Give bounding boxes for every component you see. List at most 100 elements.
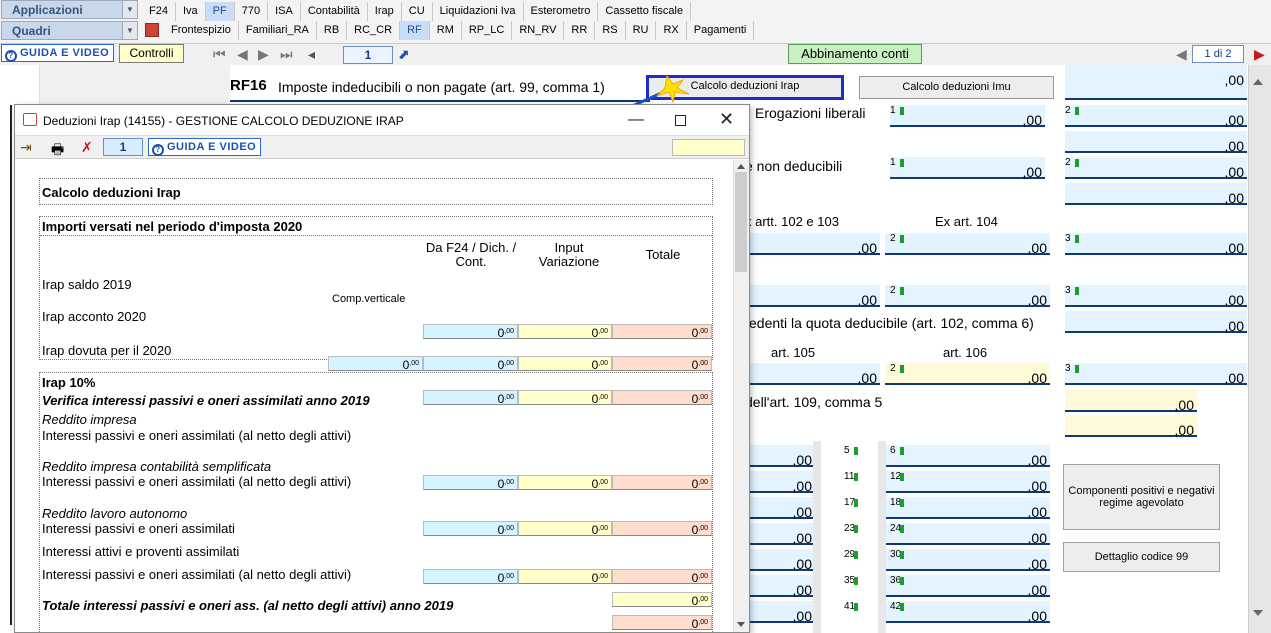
- dialog-amount-field[interactable]: 0,00: [423, 521, 518, 537]
- dettaglio-codice-99-button[interactable]: Dettaglio codice 99: [1063, 542, 1220, 572]
- dialog-amount-field[interactable]: 0,00: [612, 569, 712, 585]
- minimize-icon[interactable]: —: [628, 111, 644, 129]
- dialog-amount-field[interactable]: 0,00: [518, 324, 612, 340]
- dialog-guida-video-button[interactable]: ? GUIDA E VIDEO: [148, 138, 262, 156]
- rf-input-field[interactable]: ,00: [885, 233, 1050, 256]
- dialog-amount-field[interactable]: 0,00: [518, 569, 612, 585]
- quadro-tab-rn-rv[interactable]: RN_RV: [512, 21, 565, 40]
- prev-arrow-icon[interactable]: ◂: [308, 46, 315, 63]
- pdf-icon[interactable]: [145, 23, 159, 37]
- exit-icon[interactable]: ⇥: [20, 139, 32, 156]
- tab-iva[interactable]: Iva: [176, 2, 206, 21]
- componenti-regime-agevolato-button[interactable]: Componenti positivi e negativi regime ag…: [1063, 464, 1220, 530]
- rf-input-field[interactable]: ,00: [885, 601, 1050, 624]
- guida-video-button[interactable]: ? GUIDA E VIDEO: [1, 44, 115, 62]
- dialog-amount-field[interactable]: 0,00: [423, 324, 518, 340]
- tab-f24[interactable]: F24: [142, 2, 176, 21]
- next-page-icon[interactable]: ▶: [258, 46, 269, 63]
- dialog-page-number[interactable]: 1: [103, 138, 143, 156]
- dialog-amount-field[interactable]: 0,00: [518, 356, 612, 372]
- rf-input-field[interactable]: ,00: [885, 285, 1050, 308]
- tab-irap[interactable]: Irap: [368, 2, 402, 21]
- right-scrollbar[interactable]: [1248, 65, 1271, 633]
- quadro-tab-ru[interactable]: RU: [626, 21, 657, 40]
- rf-input-field[interactable]: ,00: [885, 471, 1050, 494]
- dialog-amount-field[interactable]: 0,00: [612, 592, 712, 608]
- dialog-amount-field[interactable]: 0,00: [518, 475, 612, 491]
- rf-input-field[interactable]: ,00: [1065, 157, 1247, 180]
- tab-770[interactable]: 770: [235, 2, 269, 21]
- scroll-thumb[interactable]: [735, 172, 747, 272]
- close-icon[interactable]: ✕: [719, 109, 734, 130]
- dialog-amount-field[interactable]: 0,00: [612, 521, 712, 537]
- scroll-down-icon[interactable]: [737, 622, 745, 627]
- rf-input-field[interactable]: ,00: [1065, 311, 1247, 334]
- last-page-icon[interactable]: ⏭: [280, 46, 293, 63]
- rf-input-field[interactable]: ,00: [1065, 183, 1247, 206]
- tab-esterometro[interactable]: Esterometro: [524, 2, 599, 21]
- quadro-tab-rb[interactable]: RB: [317, 21, 348, 40]
- rf-input-field[interactable]: ,00: [1065, 65, 1247, 100]
- dialog-amount-field[interactable]: 0,00: [612, 356, 712, 372]
- dialog-amount-field[interactable]: 0,00: [612, 615, 712, 631]
- comp-verticale-field[interactable]: 0,00: [328, 356, 423, 372]
- rf-input-field[interactable]: ,00: [1065, 233, 1247, 256]
- rf-input-field[interactable]: ,00: [1065, 105, 1247, 128]
- quadro-tab-rc-cr[interactable]: RC_CR: [347, 21, 401, 40]
- tab-isa[interactable]: ISA: [268, 2, 301, 21]
- delete-icon[interactable]: ✗: [81, 139, 93, 156]
- rf-input-field[interactable]: ,00: [885, 363, 1050, 386]
- tab-cu[interactable]: CU: [402, 2, 433, 21]
- dialog-amount-field[interactable]: 0,00: [423, 390, 518, 406]
- rf-input-field[interactable]: ,00: [885, 549, 1050, 572]
- maximize-icon[interactable]: [675, 115, 686, 126]
- dialog-amount-field[interactable]: 0,00: [518, 390, 612, 406]
- dialog-amount-field[interactable]: 0,00: [518, 521, 612, 537]
- tab-pf[interactable]: PF: [205, 2, 235, 21]
- dialog-amount-field[interactable]: 0,00: [423, 569, 518, 585]
- chevron-down-icon[interactable]: ▼: [122, 22, 137, 39]
- page-number-input[interactable]: 1: [343, 46, 393, 64]
- quadro-tab-rp-lc[interactable]: RP_LC: [462, 21, 513, 40]
- rf-input-field[interactable]: ,00: [1065, 363, 1247, 386]
- rf-input-field[interactable]: ,00: [885, 523, 1050, 546]
- quadro-tab-frontespizio[interactable]: Frontespizio: [164, 21, 239, 40]
- next-sheet-icon[interactable]: ▶: [1254, 46, 1265, 63]
- tab-liquidazioni-iva[interactable]: Liquidazioni Iva: [433, 2, 524, 21]
- prev-page-icon[interactable]: ◀: [237, 46, 248, 63]
- quadro-tab-familiari-ra[interactable]: Familiari_RA: [239, 21, 317, 40]
- controlli-button[interactable]: Controlli: [119, 44, 184, 63]
- quadro-tab-rf[interactable]: RF: [400, 21, 430, 40]
- rf-input-field[interactable]: ,00: [1065, 415, 1197, 438]
- dialog-amount-field[interactable]: 0,00: [423, 356, 518, 372]
- dialog-amount-field[interactable]: 0,00: [612, 324, 712, 340]
- chevron-down-icon[interactable]: ▼: [122, 1, 137, 18]
- applicazioni-select[interactable]: Applicazioni ▼: [1, 0, 138, 19]
- quadro-tab-rr[interactable]: RR: [564, 21, 596, 40]
- rf-input-field[interactable]: ,00: [1065, 131, 1247, 154]
- dialog-amount-field[interactable]: 0,00: [423, 475, 518, 491]
- pin-icon[interactable]: ⬈: [398, 46, 410, 63]
- dialog-amount-field[interactable]: 0,00: [612, 390, 712, 406]
- quadri-select[interactable]: Quadri ▼: [1, 21, 138, 40]
- first-page-icon[interactable]: ⏮: [213, 46, 226, 63]
- dialog-scrollbar[interactable]: [733, 160, 749, 632]
- rf-input-field[interactable]: ,00: [885, 445, 1050, 468]
- dialog-amount-field[interactable]: 0,00: [612, 475, 712, 491]
- quadro-tab-rs[interactable]: RS: [595, 21, 626, 40]
- tab-contabilit-[interactable]: Contabilità: [301, 2, 368, 21]
- tab-cassetto-fiscale[interactable]: Cassetto fiscale: [598, 2, 692, 21]
- rf-input-field[interactable]: ,00: [1065, 390, 1197, 413]
- rf-input-field[interactable]: ,00: [885, 497, 1050, 520]
- scroll-up-icon[interactable]: [737, 164, 745, 169]
- quadro-tab-rx[interactable]: RX: [656, 21, 687, 40]
- rf-input-field[interactable]: ,00: [885, 575, 1050, 598]
- rf-input-field[interactable]: ,00: [1065, 285, 1247, 308]
- quadro-tab-rm[interactable]: RM: [430, 21, 462, 40]
- calcolo-deduzioni-imu-button[interactable]: Calcolo deduzioni Imu: [859, 76, 1054, 99]
- abbinamento-conti-button[interactable]: Abbinamento conti: [788, 44, 922, 64]
- rf-input-field[interactable]: ,00: [890, 105, 1045, 128]
- rf-input-field[interactable]: ,00: [890, 157, 1045, 180]
- scroll-down-icon[interactable]: [1253, 610, 1263, 616]
- quadro-tab-pagamenti[interactable]: Pagamenti: [687, 21, 755, 40]
